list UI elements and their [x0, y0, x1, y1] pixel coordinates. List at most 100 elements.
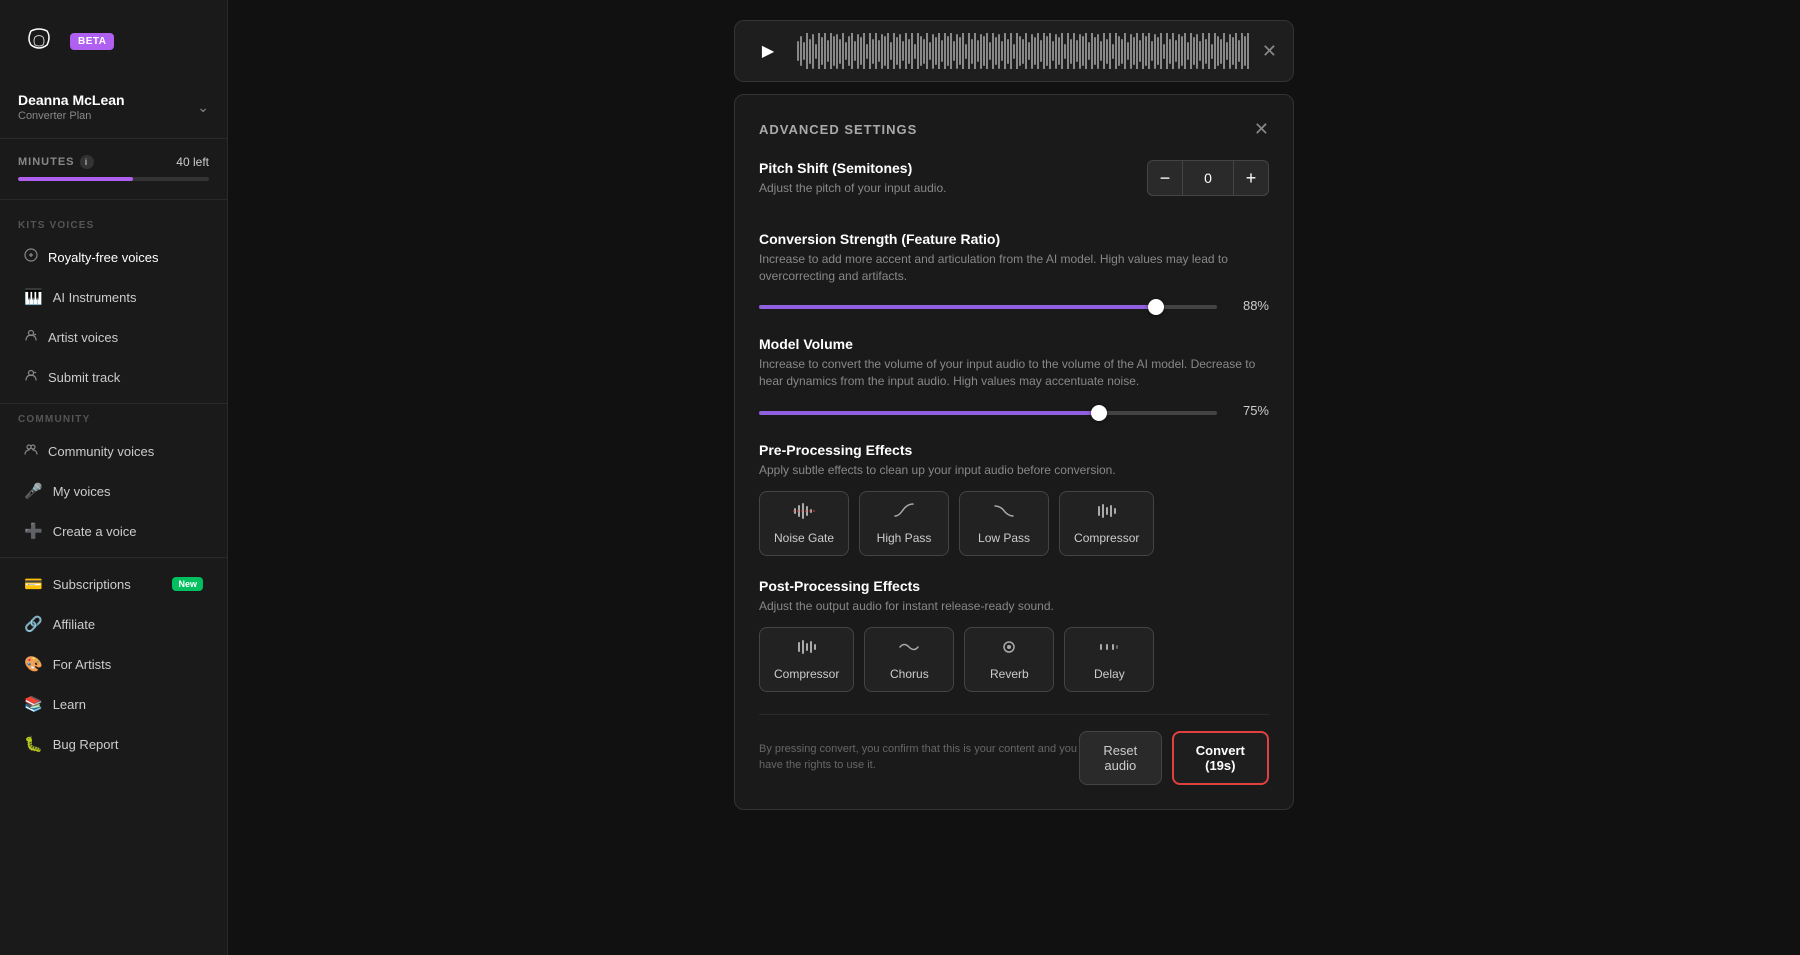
waveform-bar [1178, 34, 1180, 69]
model-volume-slider[interactable] [759, 411, 1217, 415]
play-button[interactable]: ▶ [751, 34, 785, 68]
noise-gate-button[interactable]: Noise Gate [759, 491, 849, 556]
delay-button[interactable]: Delay [1064, 627, 1154, 692]
waveform-bar [1247, 33, 1249, 69]
sidebar-item-my-voices[interactable]: 🎤 My voices [6, 472, 221, 510]
sidebar-item-community-voices[interactable]: Community voices [6, 432, 221, 470]
minutes-row: MINUTES i 40 left [18, 155, 209, 169]
user-row[interactable]: Deanna McLean Converter Plan ⌄ [18, 92, 209, 122]
pre-compressor-button[interactable]: Compressor [1059, 491, 1154, 556]
waveform-bar [962, 33, 964, 69]
waveform-bar [1073, 33, 1075, 69]
waveform-bar [896, 37, 898, 65]
waveform-bar [1058, 37, 1060, 65]
sidebar-item-artist-voices[interactable]: Artist voices [6, 318, 221, 356]
app-logo [18, 20, 60, 62]
create-voice-label: Create a voice [53, 524, 137, 539]
post-processing-block: Post-Processing Effects Adjust the outpu… [759, 578, 1269, 692]
artist-voices-label: Artist voices [48, 330, 118, 345]
waveform-bar [974, 33, 976, 69]
pitch-minus-button[interactable]: − [1147, 160, 1183, 196]
waveform-bar [890, 42, 892, 60]
waveform-bar [1091, 33, 1093, 69]
waveform-bar [884, 36, 886, 66]
model-volume-slider-row: 75% [759, 402, 1269, 420]
waveform-bar [1136, 33, 1138, 69]
waveform-bar [1019, 36, 1021, 66]
waveform-bar [1223, 33, 1225, 69]
sidebar-item-subscriptions[interactable]: 💳 Subscriptions New [6, 565, 221, 603]
waveform-bar [821, 37, 823, 65]
pitch-shift-block: Pitch Shift (Semitones) Adjust the pitch… [759, 160, 1269, 209]
waveform-bar [1226, 42, 1228, 60]
bottom-bar: By pressing convert, you confirm that th… [759, 714, 1269, 785]
reverb-icon [998, 638, 1020, 661]
waveform-bar [989, 42, 991, 60]
waveform-bar [1130, 34, 1132, 69]
waveform-bar [1013, 44, 1015, 59]
waveform-bar [1232, 37, 1234, 65]
waveform-bar [845, 42, 847, 60]
sidebar-item-learn[interactable]: 📚 Learn [6, 685, 221, 723]
convert-button[interactable]: Convert (19s) [1172, 731, 1269, 785]
waveform-bar [1175, 40, 1177, 62]
waveform-bar [914, 44, 916, 59]
waveform-bar [980, 34, 982, 69]
waveform-bar [824, 33, 826, 69]
sidebar-item-affiliate[interactable]: 🔗 Affiliate [6, 605, 221, 643]
waveform-bar [830, 33, 832, 69]
waveform-bar [1157, 37, 1159, 65]
waveform-bar [812, 34, 814, 69]
waveform-bar [863, 33, 865, 69]
waveform-bar [1151, 41, 1153, 61]
new-badge: New [172, 577, 203, 591]
royalty-free-label: Royalty-free voices [48, 250, 159, 265]
waveform-bar [1244, 36, 1246, 66]
waveform-bar [1241, 33, 1243, 69]
bottom-actions: Reset audio Convert (19s) [1079, 731, 1269, 785]
pre-compressor-label: Compressor [1074, 531, 1139, 545]
waveform-bar [1118, 36, 1120, 66]
waveform-bar [917, 33, 919, 69]
waveform-bar [1166, 33, 1168, 69]
sidebar-item-submit-track[interactable]: Submit track [6, 358, 221, 396]
waveform-bar [1055, 34, 1057, 69]
sidebar-item-create-voice[interactable]: ➕ Create a voice [6, 512, 221, 550]
sidebar-logo: BETA [0, 20, 227, 82]
waveform-bar [995, 37, 997, 65]
close-audio-button[interactable]: ✕ [1262, 41, 1277, 62]
settings-close-button[interactable]: ✕ [1254, 119, 1269, 140]
reset-audio-button[interactable]: Reset audio [1079, 731, 1162, 785]
post-compressor-button[interactable]: Compressor [759, 627, 854, 692]
play-icon: ▶ [762, 41, 774, 61]
waveform-bar [1139, 40, 1141, 62]
noise-gate-label: Noise Gate [774, 531, 834, 545]
waveform-bar [899, 34, 901, 69]
sidebar-item-for-artists[interactable]: 🎨 For Artists [6, 645, 221, 683]
reverb-button[interactable]: Reverb [964, 627, 1054, 692]
waveform-bar [1025, 33, 1027, 69]
high-pass-button[interactable]: High Pass [859, 491, 949, 556]
sidebar-item-royalty-free-voices[interactable]: Royalty-free voices [6, 238, 221, 276]
waveform-bar [905, 33, 907, 69]
waveform-bar [986, 33, 988, 69]
waveform-bar [839, 39, 841, 64]
waveform-bar [1127, 42, 1129, 60]
waveform-bar [1193, 37, 1195, 65]
chorus-button[interactable]: Chorus [864, 627, 954, 692]
waveform-bar [875, 33, 877, 69]
conversion-strength-slider[interactable] [759, 305, 1217, 309]
waveform-bar [1211, 44, 1213, 59]
sidebar-item-ai-instruments[interactable]: 🎹 AI Instruments [6, 278, 221, 316]
pitch-plus-button[interactable]: + [1233, 160, 1269, 196]
low-pass-button[interactable]: Low Pass [959, 491, 1049, 556]
submit-track-label: Submit track [48, 370, 120, 385]
waveform-bar [998, 34, 1000, 69]
sidebar-item-bug-report[interactable]: 🐛 Bug Report [6, 725, 221, 763]
waveform-bar [818, 33, 820, 69]
waveform-bar [842, 33, 844, 69]
model-volume-desc: Increase to convert the volume of your i… [759, 356, 1269, 390]
waveform-bar [968, 33, 970, 69]
waveform-bar [1133, 37, 1135, 65]
create-voice-icon: ➕ [24, 522, 43, 540]
